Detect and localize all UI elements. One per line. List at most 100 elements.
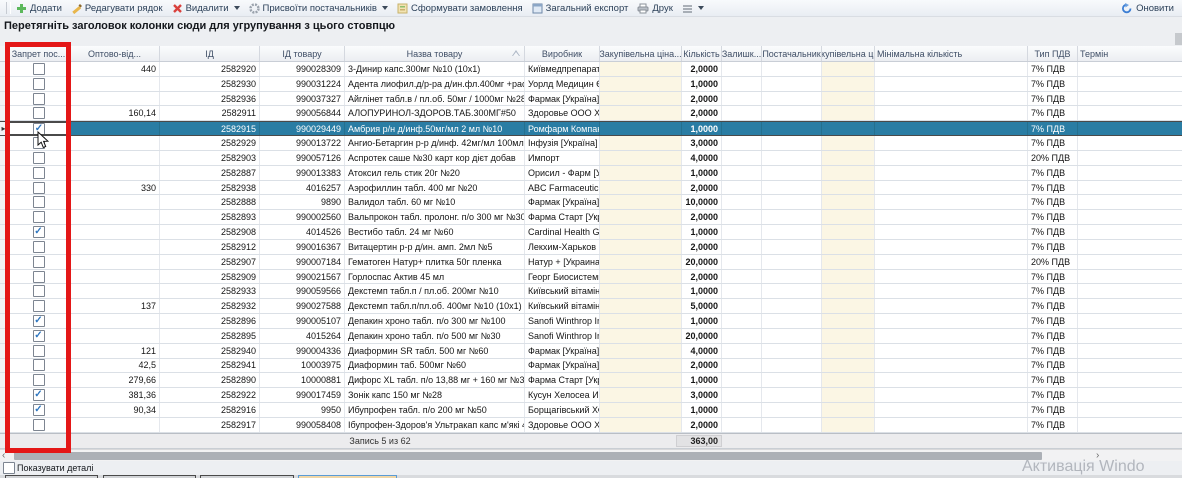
table-row[interactable]: 2582896 990005107 Депакин хроно табл. п/… xyxy=(0,314,1182,329)
header-wholesale[interactable]: Оптово-від... xyxy=(70,46,160,61)
scroll-left-icon[interactable]: ‹ xyxy=(2,450,5,461)
ban-supplier-cell[interactable] xyxy=(8,344,70,358)
ban-supplier-checkbox[interactable] xyxy=(33,359,45,371)
ban-supplier-cell[interactable] xyxy=(8,62,70,76)
purchase-price-1-cell[interactable] xyxy=(600,166,682,180)
assign-suppliers-button[interactable]: Присвоїти постачальників xyxy=(249,3,388,14)
header-purchase-price-2[interactable]: Закупівельна ціна xyxy=(822,46,875,61)
ban-supplier-cell[interactable] xyxy=(8,418,70,432)
header-purchase-price-1[interactable]: Закупівельна ціна... xyxy=(600,46,682,61)
ban-supplier-cell[interactable] xyxy=(8,166,70,180)
min-quantity-cell[interactable] xyxy=(875,77,1028,91)
purchase-price-1-cell[interactable] xyxy=(600,403,682,417)
ban-supplier-cell[interactable] xyxy=(8,255,70,269)
purchase-price-2-cell[interactable] xyxy=(822,270,875,284)
purchase-price-2-cell[interactable] xyxy=(822,122,875,135)
table-row[interactable]: 2582933 990059566 Декстемп табл.п / пл.о… xyxy=(0,284,1182,299)
purchase-price-1-cell[interactable] xyxy=(600,195,682,209)
purchase-price-2-cell[interactable] xyxy=(822,77,875,91)
quantity-cell[interactable]: 1,0000 xyxy=(682,373,722,387)
quantity-cell[interactable]: 2,0000 xyxy=(682,418,722,432)
view-options-dropdown-caret[interactable] xyxy=(698,6,704,10)
purchase-price-1-cell[interactable] xyxy=(600,122,682,135)
ban-supplier-checkbox[interactable] xyxy=(33,182,45,194)
header-supplier[interactable]: Постачальник xyxy=(762,46,822,61)
ban-supplier-checkbox[interactable] xyxy=(33,93,45,105)
purchase-price-2-cell[interactable] xyxy=(822,344,875,358)
purchase-price-1-cell[interactable] xyxy=(600,151,682,165)
header-manufacturer[interactable]: Виробник xyxy=(525,46,600,61)
supplier-cell[interactable] xyxy=(762,344,822,358)
ban-supplier-cell[interactable] xyxy=(8,92,70,106)
ban-supplier-cell[interactable] xyxy=(8,122,70,135)
quantity-cell[interactable]: 1,0000 xyxy=(682,225,722,239)
min-quantity-cell[interactable] xyxy=(875,240,1028,254)
min-quantity-cell[interactable] xyxy=(875,136,1028,150)
delete-button[interactable]: Видалити xyxy=(172,3,240,14)
min-quantity-cell[interactable] xyxy=(875,388,1028,402)
ban-supplier-cell[interactable] xyxy=(8,210,70,224)
supplier-cell[interactable] xyxy=(762,210,822,224)
quantity-cell[interactable]: 3,0000 xyxy=(682,388,722,402)
ban-supplier-checkbox[interactable] xyxy=(33,419,45,431)
header-min-quantity[interactable]: Мінімальна кількість xyxy=(875,46,1028,61)
quantity-cell[interactable]: 2,0000 xyxy=(682,106,722,120)
quantity-cell[interactable]: 2,0000 xyxy=(682,359,722,373)
purchase-price-2-cell[interactable] xyxy=(822,359,875,373)
table-row[interactable]: 2582936 990037327 Айглінет табл.в / пл.о… xyxy=(0,92,1182,107)
quantity-cell[interactable]: 2,0000 xyxy=(682,240,722,254)
quantity-cell[interactable]: 5,0000 xyxy=(682,299,722,313)
quantity-cell[interactable]: 20,0000 xyxy=(682,329,722,343)
ban-supplier-cell[interactable] xyxy=(8,270,70,284)
ban-supplier-cell[interactable] xyxy=(8,195,70,209)
purchase-price-1-cell[interactable] xyxy=(600,92,682,106)
table-row[interactable]: 160,14 2582911 990056844 АЛОПУРИНОЛ-ЗДОР… xyxy=(0,106,1182,121)
purchase-price-2-cell[interactable] xyxy=(822,418,875,432)
table-row[interactable]: 2582908 4014526 Вестибо табл. 24 мг №60 … xyxy=(0,225,1182,240)
ban-supplier-cell[interactable] xyxy=(8,329,70,343)
purchase-price-1-cell[interactable] xyxy=(600,255,682,269)
ban-supplier-checkbox[interactable] xyxy=(33,196,45,208)
ban-supplier-checkbox[interactable] xyxy=(33,78,45,90)
supplier-cell[interactable] xyxy=(762,299,822,313)
ban-supplier-checkbox[interactable] xyxy=(33,330,45,342)
table-row[interactable]: 2582888 9890 Валидол табл. 60 мг №10 Фар… xyxy=(0,195,1182,210)
table-row[interactable]: 2582895 4015264 Депакин хроно табл. п/о … xyxy=(0,329,1182,344)
header-quantity[interactable]: Кількість xyxy=(682,46,722,61)
ban-supplier-cell[interactable] xyxy=(8,77,70,91)
quantity-cell[interactable]: 1,0000 xyxy=(682,314,722,328)
supplier-cell[interactable] xyxy=(762,62,822,76)
table-row[interactable]: 2582912 990016367 Витацертин р-р д/ин. а… xyxy=(0,240,1182,255)
min-quantity-cell[interactable] xyxy=(875,314,1028,328)
min-quantity-cell[interactable] xyxy=(875,329,1028,343)
header-term[interactable]: Термін xyxy=(1078,46,1182,61)
ban-supplier-checkbox[interactable] xyxy=(33,345,45,357)
quantity-cell[interactable]: 2,0000 xyxy=(682,270,722,284)
ban-supplier-cell[interactable] xyxy=(8,403,70,417)
purchase-price-2-cell[interactable] xyxy=(822,106,875,120)
min-quantity-cell[interactable] xyxy=(875,373,1028,387)
purchase-price-1-cell[interactable] xyxy=(600,344,682,358)
min-quantity-cell[interactable] xyxy=(875,284,1028,298)
supplier-cell[interactable] xyxy=(762,195,822,209)
purchase-price-2-cell[interactable] xyxy=(822,181,875,195)
quantity-cell[interactable]: 20,0000 xyxy=(682,255,722,269)
quantity-cell[interactable]: 2,0000 xyxy=(682,92,722,106)
quantity-cell[interactable]: 10,0000 xyxy=(682,195,722,209)
table-row[interactable]: 2582909 990021567 Горлоспас Актив 45 мл … xyxy=(0,270,1182,285)
delete-dropdown-caret[interactable] xyxy=(234,6,240,10)
add-button[interactable]: Додати xyxy=(16,3,62,14)
ban-supplier-checkbox[interactable] xyxy=(33,107,45,119)
min-quantity-cell[interactable] xyxy=(875,62,1028,76)
purchase-price-2-cell[interactable] xyxy=(822,284,875,298)
show-details-checkbox[interactable] xyxy=(3,462,15,474)
view-options-button[interactable] xyxy=(682,3,704,14)
purchase-price-1-cell[interactable] xyxy=(600,62,682,76)
supplier-cell[interactable] xyxy=(762,240,822,254)
ban-supplier-cell[interactable] xyxy=(8,299,70,313)
table-row[interactable]: 2582893 990002560 Вальпрокон табл. проло… xyxy=(0,210,1182,225)
header-ban-supplier[interactable]: Запрет пос... xyxy=(8,46,70,61)
table-row[interactable]: 2582929 990013722 Ангио-Бетаргин р-р д/и… xyxy=(0,136,1182,151)
ban-supplier-cell[interactable] xyxy=(8,181,70,195)
supplier-cell[interactable] xyxy=(762,181,822,195)
